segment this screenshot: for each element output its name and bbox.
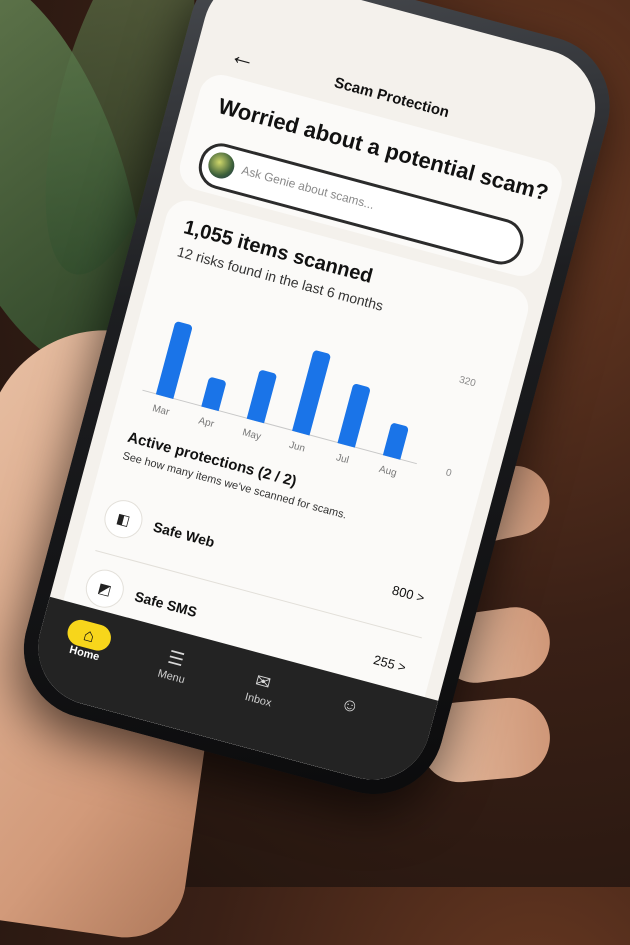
scan-bar-chart: Mar Apr May Jun Jul Aug 320 0: [129, 284, 481, 495]
chart-bar-mar: [155, 320, 193, 399]
chart-bar-jul: [337, 383, 371, 448]
chart-x-tick-label: Apr: [197, 415, 216, 431]
protection-label: Safe SMS: [132, 588, 199, 621]
chart-bar-apr: [201, 376, 227, 412]
chart-x-tick-label: May: [241, 427, 263, 443]
chart-bar-may: [246, 369, 278, 424]
chart-x-tick-label: Jul: [334, 452, 350, 467]
chart-bar-jun: [292, 349, 332, 436]
chart-x-tick-label: Aug: [377, 463, 398, 480]
protection-label: Safe Web: [151, 518, 217, 551]
chart-y-tick-label: 0: [444, 467, 453, 480]
chart-bar-aug: [382, 422, 410, 460]
nav-home[interactable]: ⌂ Home: [54, 615, 122, 667]
nav-menu[interactable]: ☰ Menu: [141, 638, 209, 690]
protection-count: 800 >: [390, 582, 427, 606]
nav-profile[interactable]: ☺: [318, 685, 383, 726]
genie-placeholder: Ask Genie about scams...: [240, 163, 376, 213]
chart-x-tick-label: Jun: [287, 439, 307, 455]
chart-x-tick-label: Mar: [151, 403, 171, 419]
message-shield-icon: ◩: [81, 565, 129, 612]
nav-inbox[interactable]: ✉ Inbox: [228, 662, 296, 714]
person-icon: ☺: [338, 693, 362, 718]
genie-avatar-icon: [205, 149, 238, 182]
protection-count: 255 >: [371, 651, 408, 675]
chart-y-tick-label: 320: [457, 374, 477, 390]
browser-shield-icon: ◧: [100, 495, 147, 543]
